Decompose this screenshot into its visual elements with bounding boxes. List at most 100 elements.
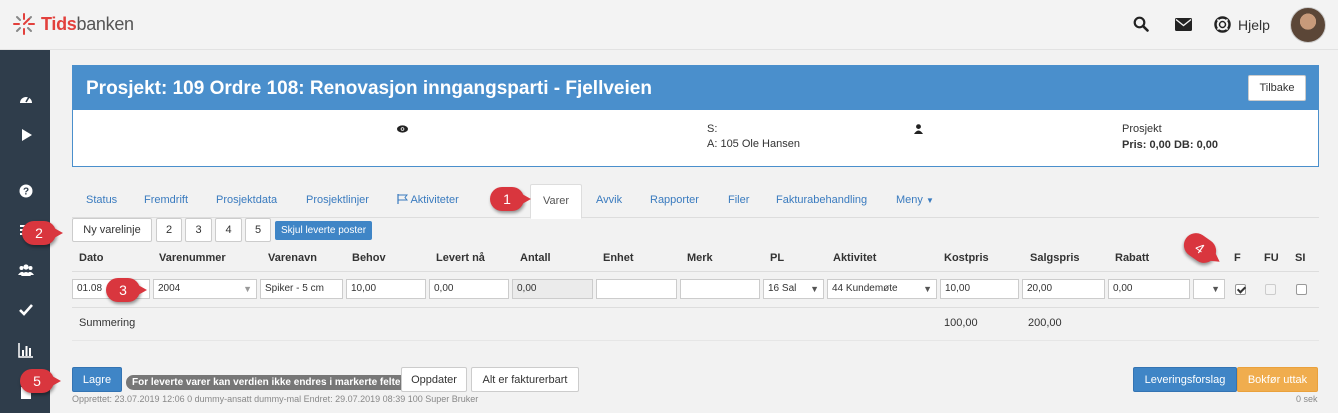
si-checkbox[interactable] bbox=[1296, 284, 1307, 295]
tab-bar: Status Fremdrift Prosjektdata Prosjektli… bbox=[72, 184, 1319, 219]
caret-down-icon: ▼ bbox=[243, 284, 252, 294]
tab-prosjektdata[interactable]: Prosjektdata bbox=[216, 194, 277, 206]
tab-fakturabehandling[interactable]: Fakturabehandling bbox=[776, 194, 867, 206]
col-enhet[interactable]: Enhet bbox=[603, 252, 634, 264]
dashboard-icon[interactable] bbox=[18, 91, 34, 107]
tab-status[interactable]: Status bbox=[86, 194, 117, 206]
lifebuoy-icon[interactable] bbox=[1214, 16, 1231, 33]
hide-delivered-button[interactable]: Skjul leverte poster bbox=[275, 221, 373, 240]
project-customer: A: 105 Ole Hansen bbox=[707, 138, 800, 150]
flag-icon bbox=[397, 194, 409, 204]
callout-badge-1: 1 bbox=[490, 187, 531, 211]
tab-aktiviteter[interactable]: Aktiviteter bbox=[397, 194, 459, 206]
tab-meny-label: Meny bbox=[896, 194, 923, 206]
all-billable-button[interactable]: Alt er fakturerbart bbox=[471, 367, 579, 392]
tab-meny[interactable]: Meny ▼ bbox=[896, 194, 934, 206]
item-name-input[interactable]: Spiker - 5 cm bbox=[260, 279, 343, 299]
quantity-field: 0,00 bbox=[512, 279, 593, 299]
price-list-select[interactable]: 16 Sal ▼ bbox=[763, 279, 824, 299]
locked-fields-notice: For leverte varer kan verdien ikke endre… bbox=[126, 375, 411, 390]
app-logo[interactable]: Tidsbanken bbox=[12, 12, 134, 36]
fu-checkbox bbox=[1265, 284, 1276, 295]
activity-select[interactable]: 44 Kundemøte ▼ bbox=[827, 279, 937, 299]
page-4-button[interactable]: 4 bbox=[215, 218, 242, 242]
col-dato[interactable]: Dato bbox=[79, 252, 103, 264]
users-icon[interactable] bbox=[18, 262, 34, 278]
tab-fremdrift[interactable]: Fremdrift bbox=[144, 194, 188, 206]
help-link[interactable]: Hjelp bbox=[1238, 17, 1270, 33]
caret-down-icon: ▼ bbox=[1211, 284, 1220, 294]
new-item-line-button[interactable]: Ny varelinje bbox=[72, 218, 152, 242]
logo-text-normal: banken bbox=[76, 13, 134, 34]
play-icon[interactable] bbox=[18, 127, 34, 143]
user-avatar[interactable] bbox=[1290, 7, 1326, 43]
summary-divider bbox=[72, 340, 1319, 341]
col-aktivitet[interactable]: Aktivitet bbox=[833, 252, 876, 264]
save-button[interactable]: Lagre bbox=[72, 367, 122, 392]
discount-input[interactable]: 0,00 bbox=[1108, 279, 1190, 299]
col-levert-na[interactable]: Levert nå bbox=[436, 252, 485, 264]
col-varenavn[interactable]: Varenavn bbox=[268, 252, 317, 264]
delivered-now-input[interactable]: 0,00 bbox=[429, 279, 509, 299]
col-merk[interactable]: Merk bbox=[687, 252, 713, 264]
col-kostpris[interactable]: Kostpris bbox=[944, 252, 989, 264]
page-2-button[interactable]: 2 bbox=[156, 218, 182, 242]
price-list-value: 16 Sal bbox=[768, 283, 797, 294]
logo-text: Tidsbanken bbox=[41, 14, 134, 35]
callout-badge-2: 2 bbox=[22, 221, 63, 245]
summary-sales-price: 200,00 bbox=[1028, 317, 1062, 329]
tab-filer[interactable]: Filer bbox=[728, 194, 749, 206]
elapsed-time: 0 sek bbox=[1296, 394, 1318, 404]
tab-aktiviteter-label: Aktiviteter bbox=[410, 194, 459, 206]
unit-input[interactable] bbox=[596, 279, 677, 299]
check-icon[interactable] bbox=[18, 302, 34, 318]
project-price-summary: Pris: 0,00 DB: 0,00 bbox=[1122, 139, 1218, 151]
col-pl[interactable]: PL bbox=[770, 252, 784, 264]
caret-down-icon: ▼ bbox=[810, 284, 819, 294]
tab-rapporter[interactable]: Rapporter bbox=[650, 194, 699, 206]
tab-avvik[interactable]: Avvik bbox=[596, 194, 622, 206]
user-icon bbox=[914, 124, 923, 134]
need-input[interactable]: 10,00 bbox=[346, 279, 426, 299]
page-3-button[interactable]: 3 bbox=[185, 218, 212, 242]
svg-text:?: ? bbox=[23, 187, 29, 198]
col-si[interactable]: SI bbox=[1295, 252, 1305, 264]
book-withdrawal-button[interactable]: Bokfør uttak bbox=[1237, 367, 1318, 392]
col-salgspris[interactable]: Salgspris bbox=[1030, 252, 1080, 264]
project-panel: Prosjekt: 109 Ordre 108: Renovasjon inng… bbox=[72, 65, 1319, 167]
bar-chart-icon[interactable] bbox=[18, 342, 34, 358]
callout-badge-5: 5 bbox=[20, 369, 61, 393]
mail-icon[interactable] bbox=[1175, 18, 1192, 31]
item-number-select[interactable]: 2004 ▼ bbox=[153, 279, 257, 299]
eye-icon bbox=[397, 125, 408, 133]
discount-type-select[interactable]: ▼ bbox=[1193, 279, 1225, 299]
summary-label: Summering bbox=[79, 317, 136, 329]
update-button[interactable]: Oppdater bbox=[401, 367, 467, 392]
col-antall[interactable]: Antall bbox=[520, 252, 551, 264]
search-icon[interactable] bbox=[1133, 16, 1149, 32]
header-divider bbox=[72, 271, 1319, 272]
sales-price-input[interactable]: 20,00 bbox=[1022, 279, 1105, 299]
project-type: Prosjekt bbox=[1122, 123, 1162, 135]
summary-cost-price: 100,00 bbox=[944, 317, 978, 329]
page-5-button[interactable]: 5 bbox=[245, 218, 271, 242]
question-icon[interactable]: ? bbox=[18, 183, 34, 199]
col-behov[interactable]: Behov bbox=[352, 252, 386, 264]
logo-text-bold: Tids bbox=[41, 13, 77, 34]
project-panel-header: Prosjekt: 109 Ordre 108: Renovasjon inng… bbox=[73, 66, 1318, 110]
f-checkbox[interactable] bbox=[1235, 284, 1246, 295]
callout-badge-4: 4 bbox=[1179, 228, 1221, 268]
note-input[interactable] bbox=[680, 279, 760, 299]
col-varenummer[interactable]: Varenummer bbox=[159, 252, 226, 264]
back-button[interactable]: Tilbake bbox=[1248, 75, 1306, 101]
tab-prosjektlinjer[interactable]: Prosjektlinjer bbox=[306, 194, 369, 206]
cost-price-input[interactable]: 10,00 bbox=[940, 279, 1019, 299]
caret-down-icon: ▼ bbox=[923, 284, 932, 294]
project-s-label: S: bbox=[707, 123, 718, 135]
tab-varer[interactable]: Varer bbox=[530, 184, 583, 219]
col-fu[interactable]: FU bbox=[1264, 252, 1279, 264]
delivery-proposal-button[interactable]: Leveringsforslag bbox=[1133, 367, 1237, 392]
project-title: Prosjekt: 109 Ordre 108: Renovasjon inng… bbox=[86, 78, 652, 99]
col-f[interactable]: F bbox=[1234, 252, 1241, 264]
col-rabatt[interactable]: Rabatt bbox=[1115, 252, 1149, 264]
